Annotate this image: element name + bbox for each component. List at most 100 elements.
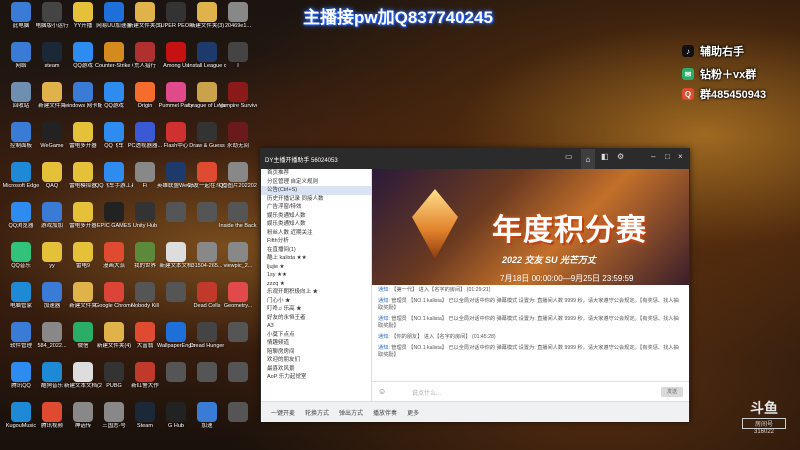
mic-button[interactable]: 一键开麦	[271, 408, 295, 417]
room-list-item[interactable]: 分区管理 自定义规则	[261, 178, 371, 187]
desktop-icon[interactable]: I	[219, 42, 257, 70]
desktop-icon-label: I	[237, 63, 239, 69]
app-icon	[11, 362, 31, 382]
room-list-item[interactable]: 广告浮窗/特效	[261, 203, 371, 212]
app-icon	[104, 2, 124, 22]
app-icon	[73, 122, 93, 142]
room-list-item[interactable]: 门心小 ★	[261, 297, 371, 306]
bottom-toolbar: 一键开麦 轮换方式 弹出方式 播放伴奏 更多	[261, 401, 689, 422]
app-icon	[73, 402, 93, 422]
chat-text: 【第一代】 进入【名字的房间】 (01:29:21)	[391, 287, 491, 293]
room-list-item[interactable]: A3	[261, 322, 371, 331]
app-icon	[197, 162, 217, 182]
overlay-text: 群485450943	[700, 89, 767, 101]
chat-input-area[interactable]: ☺ 说点什么... 发送	[372, 381, 689, 402]
app-icon	[228, 402, 248, 422]
room-list-item[interactable]: ljujie ★	[261, 263, 371, 272]
room-list-item[interactable]: 欢迎的朋友们	[261, 356, 371, 365]
stream-assistant-window[interactable]: DY主播开播助手 56024053 ▭ ⌂ ◧ ⚙ – □ × 首页推荐 分区管理…	[260, 148, 690, 422]
close-icon[interactable]: ×	[678, 152, 683, 161]
desktop-icon-label: Inside the Backroo...	[219, 223, 257, 229]
room-list-item[interactable]: zzzq ★	[261, 280, 371, 289]
room-list-item[interactable]: 粉丝人数 近期关注	[261, 229, 371, 238]
overlay-wechat-row: ✉ 钻粉＋vx群	[682, 65, 800, 83]
room-list-item[interactable]: 酷上 kalista ★★	[261, 254, 371, 263]
send-button[interactable]: 发送	[661, 387, 683, 397]
room-list-item[interactable]: 叮咚♫ 乐高 ★	[261, 305, 371, 314]
popup-button[interactable]: 弹出方式	[339, 408, 363, 417]
window-title-bar[interactable]: DY主播开播助手 56024053 ▭ ⌂ ◧ ⚙ – □ ×	[261, 149, 689, 169]
room-list-item[interactable]: 公告(Ctrl+S)	[261, 186, 371, 195]
room-list-item[interactable]: 1sy ★★	[261, 271, 371, 280]
room-list-item[interactable]: 小莫下点点	[261, 331, 371, 340]
desktop-icon[interactable]: Inside the Backroo...	[219, 202, 257, 230]
app-icon	[135, 2, 155, 22]
app-icon	[166, 122, 186, 142]
chat-input[interactable]: 说点什么...	[412, 388, 441, 397]
more-button[interactable]: 更多	[407, 408, 419, 417]
desktop-icon[interactable]: QQ图片2022022...	[219, 162, 257, 190]
app-icon	[135, 362, 155, 382]
app-icon	[135, 282, 155, 302]
app-icon	[42, 42, 62, 62]
app-icon	[42, 82, 62, 102]
app-icon	[73, 362, 93, 382]
room-list-panel[interactable]: 首页推荐 分区管理 自定义规则 公告(Ctrl+S) 历史开播记录 同接人数 广告浮窗/…	[261, 169, 372, 401]
room-list-item[interactable]: 首页推荐	[261, 169, 371, 178]
room-list-item[interactable]: 最喜欢风景	[261, 365, 371, 374]
app-icon	[197, 282, 217, 302]
app-icon	[104, 282, 124, 302]
app-icon	[166, 162, 186, 182]
gamepad-icon[interactable]: ◧	[601, 152, 609, 161]
room-list-item[interactable]: 乐观开朗积极向上 ★	[261, 288, 371, 297]
room-list-item[interactable]: 好友的永恒王者	[261, 314, 371, 323]
room-list-item[interactable]: 娱乐类通知人数	[261, 212, 371, 221]
room-list-item[interactable]: 历史开播记录 同接人数	[261, 195, 371, 204]
desktop-icon[interactable]: Vampire Survivors	[219, 82, 257, 110]
desktop-icon[interactable]	[219, 362, 257, 383]
app-icon	[42, 202, 62, 222]
video-icon[interactable]: ▭	[565, 152, 573, 161]
desktop-icon-grid: 此电脑电脑版小运行YY开播网易UU加速器新建文件夹(2)SUPER PEOPLE…	[0, 0, 260, 450]
room-list-item[interactable]: 陪聊房房间	[261, 348, 371, 357]
app-icon	[197, 322, 217, 342]
desktop-icon[interactable]	[219, 402, 257, 423]
app-icon	[135, 122, 155, 142]
room-list-item[interactable]: 情趣频道	[261, 339, 371, 348]
app-icon	[104, 202, 124, 222]
rotate-button[interactable]: 轮换方式	[305, 408, 329, 417]
app-icon	[73, 322, 93, 342]
maximize-icon[interactable]: □	[665, 152, 670, 161]
desktop-icon[interactable]: 20469e1...	[219, 2, 257, 30]
desktop-icon[interactable]: viewpic_2...	[219, 242, 257, 270]
room-list-item[interactable]: 在直播间(1)	[261, 246, 371, 255]
promo-banner[interactable]: 年度积分赛 2022 交友 SU 光芒万丈 7月18日 00:00:00—9月2…	[372, 169, 689, 285]
room-list-item[interactable]: 娱乐类通知人数	[261, 220, 371, 229]
app-icon	[197, 82, 217, 102]
room-list-item[interactable]: Fifth分析	[261, 237, 371, 246]
desktop-icon-label: Geometry...	[223, 303, 253, 309]
app-icon	[11, 42, 31, 62]
emoji-icon[interactable]: ☺	[378, 387, 386, 396]
app-icon	[104, 242, 124, 262]
desktop-icon[interactable]: 永劫无间	[219, 122, 257, 150]
minimize-icon[interactable]: –	[651, 152, 655, 161]
chat-message: 通知: 【你的朋友】 进入【名字的房间】 (01:45:28)	[372, 332, 689, 343]
desktop-icon-label: 20469e1...	[225, 23, 251, 29]
app-icon	[73, 2, 93, 22]
app-icon	[42, 402, 62, 422]
app-icon	[11, 82, 31, 102]
app-icon	[104, 362, 124, 382]
chat-log[interactable]: 通知: 【第一代】 进入【名字的房间】 (01:29:21) 通知: 管理员 【N…	[372, 285, 689, 381]
banner-subtitle: 2022 交友 SU 光芒万丈	[502, 255, 597, 265]
app-icon	[228, 82, 248, 102]
room-list-item[interactable]: AoP 乐力起觉室	[261, 373, 371, 382]
desktop-icon[interactable]: Geometry...	[219, 282, 257, 310]
desktop-icon-label: Nobody Kill	[131, 303, 159, 309]
home-icon[interactable]: ⌂	[581, 149, 595, 169]
chat-text: 管理员 【NO.1 kalista】 已以全局对话中你的 弹幕模式 设置为: 直…	[378, 298, 679, 311]
desktop-icon[interactable]	[219, 322, 257, 343]
settings-icon[interactable]: ⚙	[617, 152, 624, 161]
app-icon	[228, 242, 248, 262]
music-button[interactable]: 播放伴奏	[373, 408, 397, 417]
